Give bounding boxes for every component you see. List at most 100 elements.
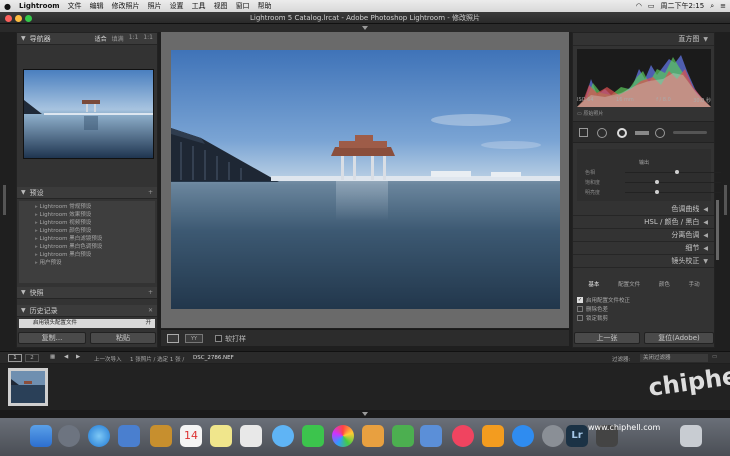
- source-info[interactable]: 上一次导入: [94, 355, 122, 363]
- redeye-icon[interactable]: [617, 128, 627, 138]
- filename[interactable]: DSC_2786.NEF: [193, 355, 234, 361]
- clear-history-icon[interactable]: ✕: [148, 307, 153, 314]
- before-after-icon[interactable]: YY: [185, 334, 203, 343]
- reset-button[interactable]: 复位(Adobe): [644, 332, 714, 344]
- saturation-knob[interactable]: [655, 180, 659, 184]
- lens-check-row[interactable]: ✓ 启用配置文件校正: [577, 295, 711, 304]
- stickies-icon[interactable]: [210, 425, 232, 447]
- finder-icon[interactable]: [30, 425, 52, 447]
- menu-view[interactable]: 视图: [214, 1, 228, 11]
- keynote-icon[interactable]: [420, 425, 442, 447]
- forward-arrow-icon[interactable]: ▶: [76, 354, 80, 360]
- image-canvas[interactable]: [161, 32, 569, 328]
- section-split-toning[interactable]: 分离色调 ◀: [573, 229, 714, 242]
- preset-folder[interactable]: 用户预设: [19, 259, 155, 267]
- section-detail[interactable]: 细节 ◀: [573, 242, 714, 255]
- photos-icon[interactable]: [240, 425, 262, 447]
- crop-tool-icon[interactable]: [579, 128, 588, 137]
- main-photo[interactable]: [171, 50, 560, 309]
- menu-window[interactable]: 窗口: [236, 1, 250, 11]
- menu-photo[interactable]: 照片: [148, 1, 162, 11]
- menu-tools[interactable]: 工具: [192, 1, 206, 11]
- zoom-custom[interactable]: 1:1: [143, 34, 153, 43]
- section-tone-curve[interactable]: 色调曲线 ◀: [573, 203, 714, 216]
- snapshots-header[interactable]: ▼ 快照 +: [17, 287, 157, 299]
- toggle-top-arrow-icon[interactable]: [362, 26, 368, 30]
- appstore-icon[interactable]: [512, 425, 534, 447]
- toggle-bottom-arrow-icon[interactable]: [362, 412, 368, 416]
- top-panel-toggle[interactable]: [0, 24, 730, 32]
- brush-slider[interactable]: [673, 131, 707, 134]
- monitor-2-button[interactable]: 2: [25, 354, 39, 362]
- trash-icon[interactable]: [680, 425, 702, 447]
- preset-folder[interactable]: Lightroom 颜色预设: [19, 227, 155, 235]
- menu-file[interactable]: 文件: [68, 1, 82, 11]
- safari-icon[interactable]: [88, 425, 110, 447]
- zoom-1to1[interactable]: 1:1: [129, 34, 139, 43]
- graduated-filter-icon[interactable]: [635, 131, 649, 135]
- filmstrip-thumbnail[interactable]: [8, 368, 48, 406]
- app-menu[interactable]: Lightroom: [19, 2, 60, 10]
- tab-color[interactable]: 颜色: [659, 280, 670, 290]
- softproof-checkbox[interactable]: [215, 335, 222, 342]
- copy-settings-button[interactable]: 复制...: [18, 332, 86, 344]
- notes-icon[interactable]: [150, 425, 172, 447]
- preset-folder[interactable]: Lightroom 视频预设: [19, 219, 155, 227]
- preview-icon[interactable]: [118, 425, 140, 447]
- tab-manual[interactable]: 手动: [689, 280, 700, 290]
- facetime-icon[interactable]: [302, 425, 324, 447]
- add-snapshot-icon[interactable]: +: [148, 289, 153, 296]
- section-lens-corrections[interactable]: 镜头校正 ▼: [573, 255, 714, 268]
- saturation-slider[interactable]: 饱和度: [585, 179, 721, 186]
- loupe-view-icon[interactable]: [167, 334, 179, 343]
- spot-removal-icon[interactable]: [597, 128, 607, 138]
- checkbox-icon[interactable]: [577, 314, 583, 321]
- tab-basic[interactable]: 基本: [588, 280, 599, 290]
- histogram-header[interactable]: 直方图 ▼: [573, 33, 714, 46]
- checkbox-icon[interactable]: [577, 305, 583, 312]
- sketch-icon[interactable]: [362, 425, 384, 447]
- hue-knob[interactable]: [675, 170, 679, 174]
- preset-folder[interactable]: Lightroom 黑白预设: [19, 251, 155, 259]
- zoom-fill[interactable]: 填满: [112, 34, 124, 43]
- tab-profile[interactable]: 配置文件: [618, 280, 640, 290]
- zoom-window-button[interactable]: [25, 15, 32, 22]
- books-icon[interactable]: [482, 425, 504, 447]
- numbers-icon[interactable]: [392, 425, 414, 447]
- add-preset-icon[interactable]: +: [148, 189, 153, 196]
- music-icon[interactable]: [452, 425, 474, 447]
- radial-filter-icon[interactable]: [655, 128, 665, 138]
- navigator-preview[interactable]: [23, 69, 154, 159]
- list-icon[interactable]: ≡: [720, 2, 726, 10]
- menubar-clock[interactable]: 周二下午2:15: [660, 1, 704, 11]
- back-arrow-icon[interactable]: ◀: [64, 354, 68, 360]
- right-panel-toggle[interactable]: [724, 185, 727, 215]
- luminance-slider[interactable]: 明亮度: [585, 189, 721, 196]
- minimize-window-button[interactable]: [15, 15, 22, 22]
- preset-folder[interactable]: Lightroom 常规预设: [19, 203, 155, 211]
- lens-check-row[interactable]: 删除色差: [577, 304, 711, 313]
- filter-toggle-icon[interactable]: ▭: [712, 354, 717, 360]
- battery-icon[interactable]: ▭: [648, 2, 655, 10]
- history-entry[interactable]: 启用镜头配置文件 开: [19, 319, 155, 328]
- hue-slider[interactable]: 色相: [585, 169, 721, 176]
- settings-icon[interactable]: [542, 425, 564, 447]
- history-header[interactable]: ▼ 历史记录 ✕: [17, 305, 157, 317]
- menu-develop[interactable]: 修改照片: [112, 1, 140, 11]
- wifi-icon[interactable]: ◠: [636, 2, 642, 10]
- lightroom-icon[interactable]: Lr: [566, 425, 588, 447]
- menu-help[interactable]: 帮助: [258, 1, 272, 11]
- original-photo-toggle[interactable]: ▭ 原始照片: [577, 110, 603, 117]
- launchpad-icon[interactable]: [58, 425, 80, 447]
- preset-folder[interactable]: Lightroom 黑白滤镜预设: [19, 235, 155, 243]
- close-window-button[interactable]: [5, 15, 12, 22]
- apple-icon[interactable]: ●: [4, 2, 11, 11]
- grid-view-icon[interactable]: ▦: [50, 354, 55, 360]
- checkbox-checked-icon[interactable]: ✓: [577, 296, 583, 303]
- section-hsl[interactable]: HSL / 颜色 / 黑白 ◀: [573, 216, 714, 229]
- lens-check-row[interactable]: 锁定裁剪: [577, 313, 711, 322]
- luminance-knob[interactable]: [655, 190, 659, 194]
- zoom-fit[interactable]: 适合: [95, 34, 107, 43]
- navigator-header[interactable]: ▼ 导航器 适合 填满 1:1 1:1: [17, 33, 157, 45]
- calendar-icon[interactable]: 14: [180, 425, 202, 447]
